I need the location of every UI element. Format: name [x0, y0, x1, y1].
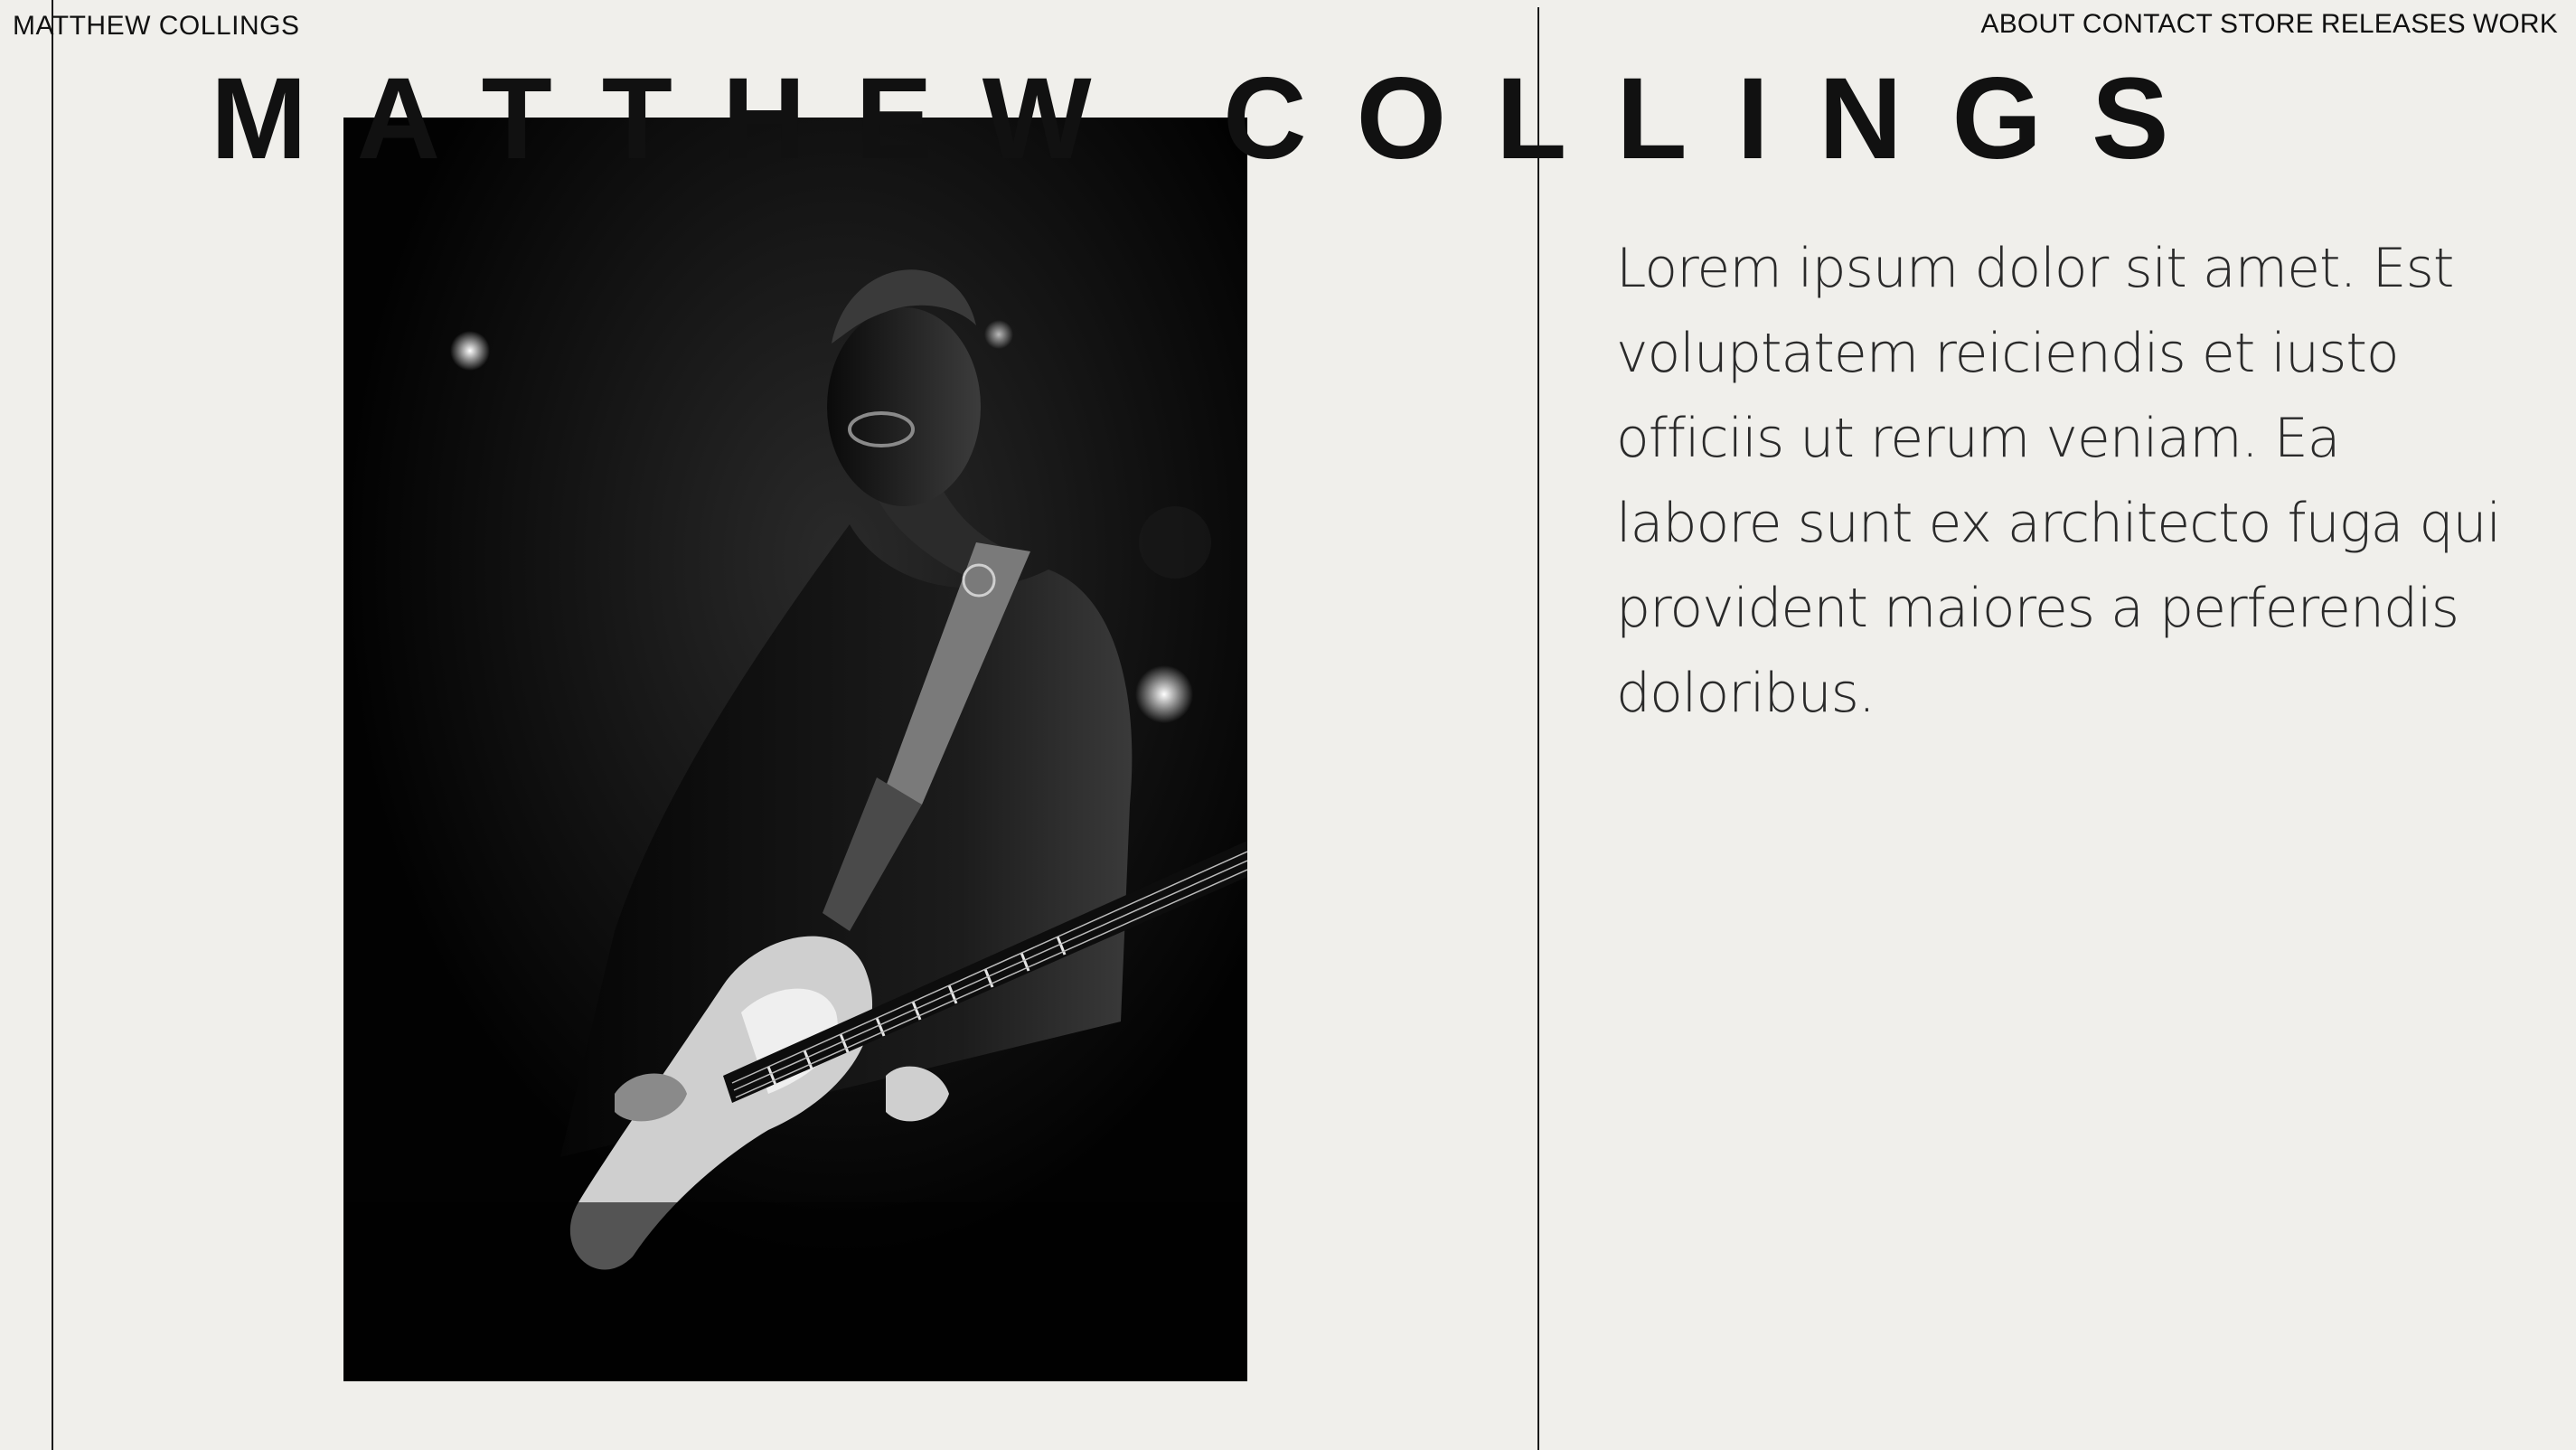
- intro-paragraph: Lorem ipsum dolor sit amet. Est voluptat…: [1616, 237, 2501, 725]
- nav-store[interactable]: STORE: [2220, 9, 2314, 40]
- site-name-link[interactable]: MATTHEW COLLINGS: [13, 11, 299, 42]
- guitarist-photo-image: [343, 118, 1247, 1381]
- hero-photo: [343, 118, 1247, 1381]
- left-vertical-rule: [52, 0, 53, 1450]
- nav-releases[interactable]: RELEASES: [2321, 9, 2466, 40]
- nav-contact[interactable]: CONTACT: [2082, 9, 2213, 40]
- nav-work[interactable]: WORK: [2473, 9, 2558, 40]
- nav-about[interactable]: ABOUT: [1981, 9, 2075, 40]
- center-vertical-rule: [1537, 7, 1539, 1450]
- main-nav: ABOUT CONTACT STORE RELEASES WORK: [1981, 9, 2559, 40]
